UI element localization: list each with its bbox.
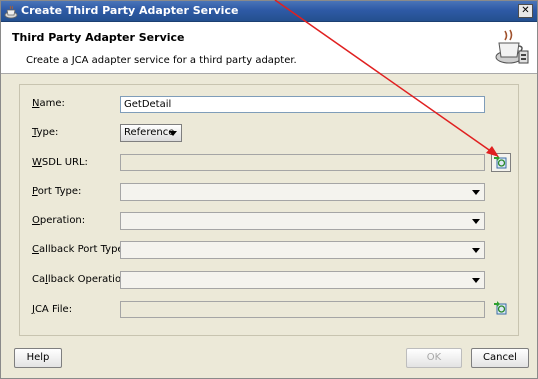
close-button[interactable]: ✕ [518, 4, 533, 18]
window-title: Create Third Party Adapter Service [21, 4, 239, 17]
jca-file-label: JCA File: [32, 304, 73, 315]
ok-button[interactable]: OK [406, 348, 462, 368]
chevron-down-icon [472, 190, 480, 195]
cancel-button[interactable]: Cancel [471, 348, 529, 368]
browse-wsdl-icon [494, 155, 507, 169]
wizard-header: Third Party Adapter Service Create a JCA… [1, 22, 537, 74]
jca-file-browse-button[interactable] [492, 300, 512, 319]
callback-operation-label: Callback Operation: [32, 274, 131, 285]
operation-select[interactable] [120, 212, 485, 230]
jca-file-input[interactable] [120, 301, 485, 318]
name-input[interactable]: GetDetail [120, 96, 485, 113]
type-select[interactable]: Reference [120, 124, 182, 142]
chevron-down-icon [472, 219, 480, 224]
callback-port-type-label: Callback Port Type: [32, 244, 127, 255]
callback-operation-select[interactable] [120, 271, 485, 289]
wsdl-url-input[interactable] [120, 154, 485, 171]
form-panel [19, 84, 519, 336]
help-button[interactable]: Help [14, 348, 62, 368]
wsdl-browse-button[interactable] [491, 153, 511, 172]
callback-port-type-select[interactable] [120, 241, 485, 259]
wsdl-url-label: WSDL URL: [32, 157, 88, 168]
type-label: Type: [32, 127, 59, 138]
chevron-down-icon [472, 248, 480, 253]
operation-label: Operation: [32, 215, 86, 226]
type-select-value: Reference [124, 127, 175, 138]
browse-file-icon [494, 301, 507, 315]
header-title: Third Party Adapter Service [12, 31, 185, 44]
port-type-select[interactable] [120, 183, 485, 201]
port-type-label: Port Type: [32, 186, 82, 197]
header-description: Create a JCA adapter service for a third… [26, 55, 297, 66]
coffee-cup-adapter-icon [495, 29, 529, 64]
coffee-cup-icon [4, 5, 18, 19]
chevron-down-icon [472, 278, 480, 283]
chevron-down-icon [169, 131, 177, 136]
dialog-window: Create Third Party Adapter Service ✕ Thi… [0, 0, 538, 379]
name-label: Name: [32, 98, 65, 109]
title-bar[interactable]: Create Third Party Adapter Service ✕ [1, 1, 537, 22]
